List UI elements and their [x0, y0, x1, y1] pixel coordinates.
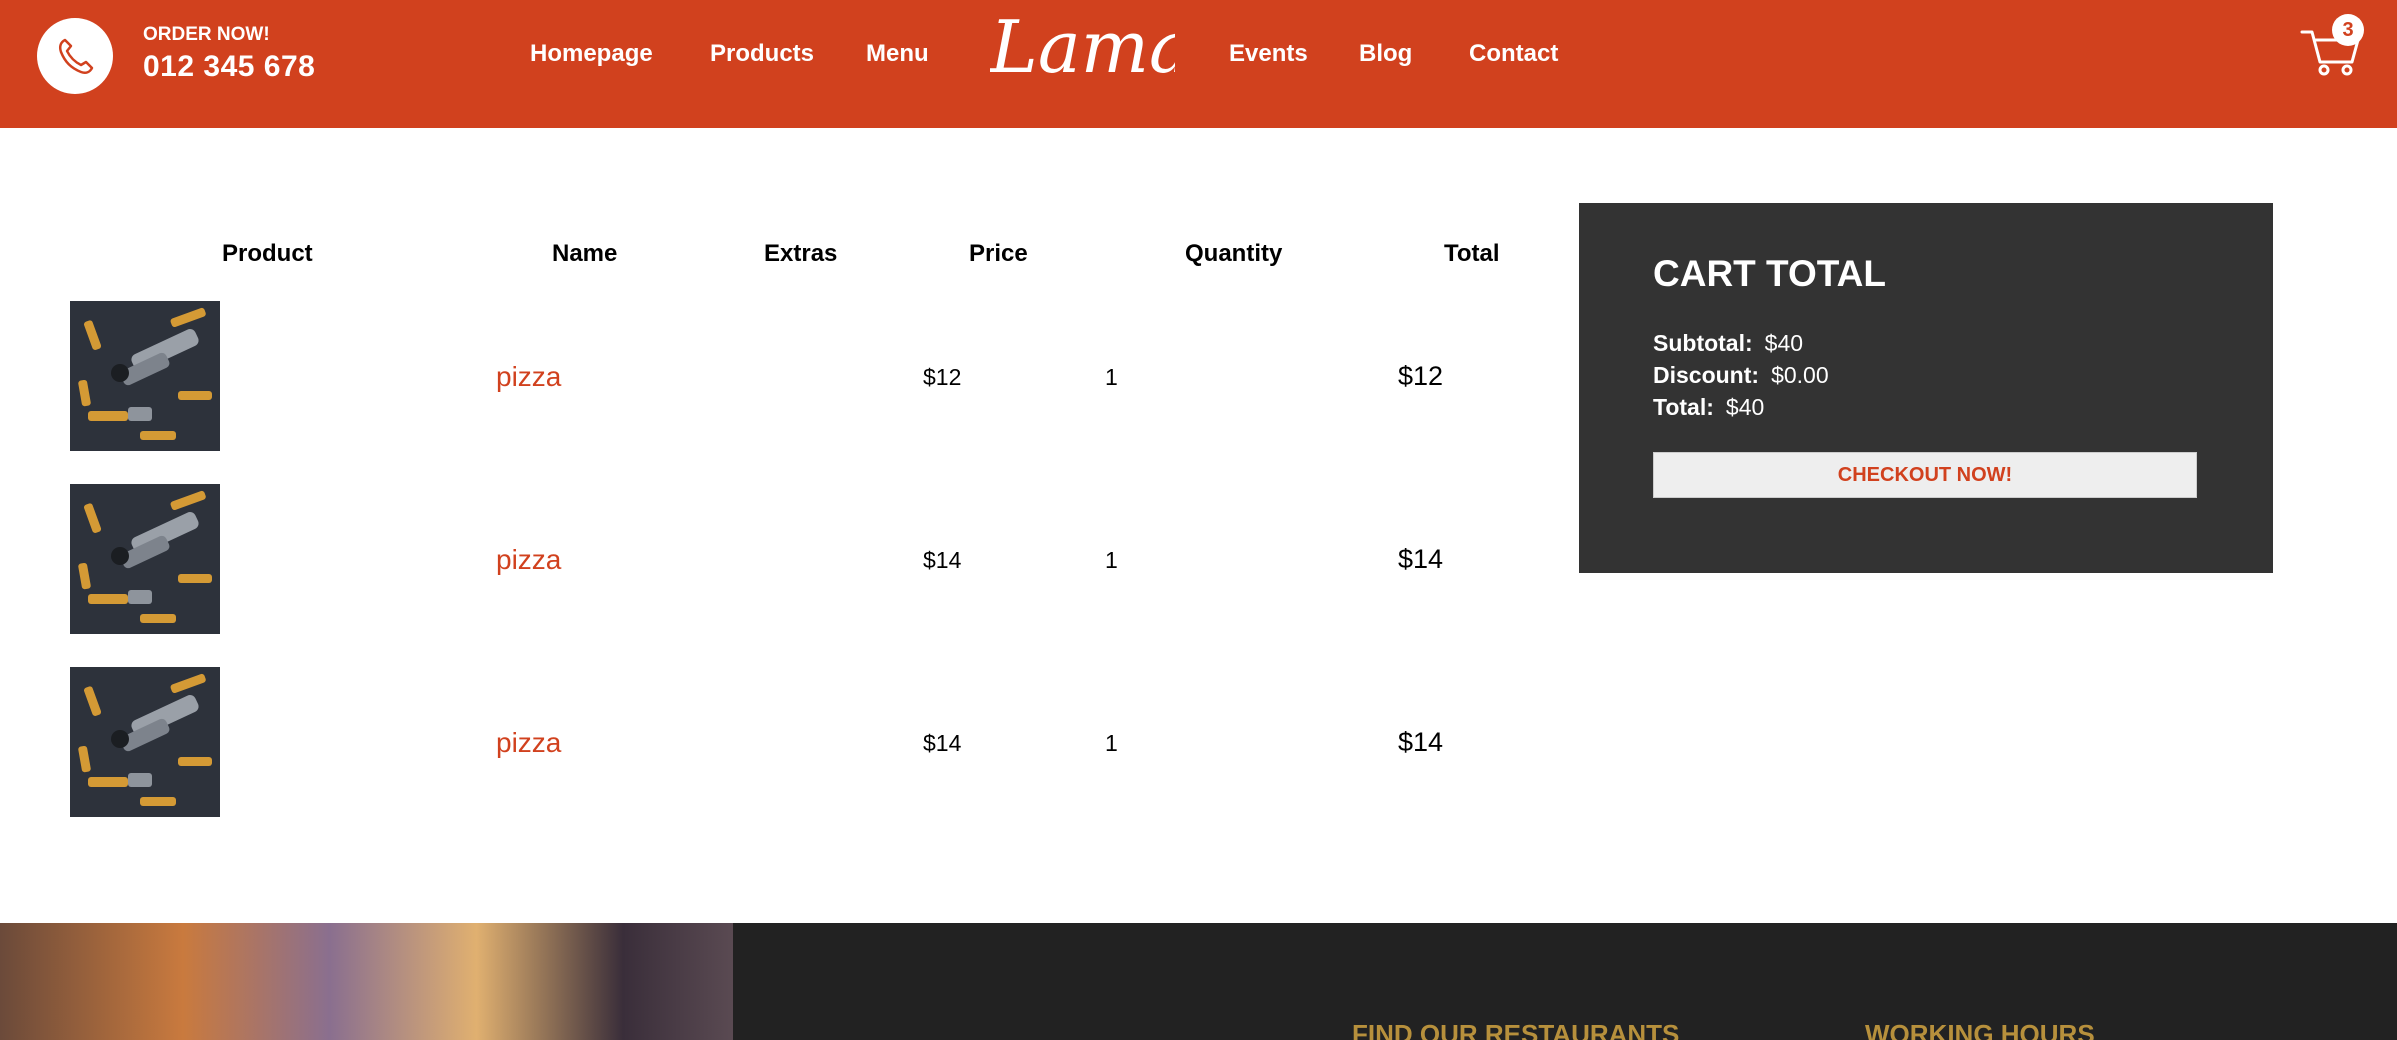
product-quantity: 1	[1105, 364, 1118, 390]
nav-item-events[interactable]: Events	[1229, 40, 1308, 68]
nav-item-blog[interactable]: Blog	[1359, 40, 1412, 68]
footer-heading-hours: WORKING HOURS	[1865, 1019, 2095, 1040]
footer: FIND OUR RESTAURANTS WORKING HOURS	[0, 923, 2397, 1040]
total-label: Total:	[1653, 394, 1714, 420]
subtotal-label: Subtotal:	[1653, 330, 1753, 356]
column-header-name: Name	[552, 240, 618, 267]
checkout-button[interactable]: CHECKOUT NOW!	[1653, 452, 2197, 498]
discount-row: Discount: $0.00	[1653, 362, 1829, 389]
product-image	[70, 667, 220, 817]
nav-item-menu[interactable]: Menu	[866, 40, 929, 68]
product-quantity: 1	[1105, 730, 1118, 756]
order-now-label: ORDER NOW!	[143, 24, 270, 45]
nav-item-products[interactable]: Products	[710, 40, 814, 68]
column-header-product: Product	[222, 240, 313, 267]
brand-logo-text: Lama	[990, 5, 1175, 89]
column-header-price: Price	[969, 240, 1028, 267]
phone-call-button[interactable]	[37, 18, 113, 94]
product-total: $14	[1398, 727, 1444, 757]
subtotal-value: $40	[1764, 330, 1804, 356]
cart-count-badge: 3	[2332, 14, 2364, 46]
total-value: $40	[1725, 394, 1765, 420]
product-name-link[interactable]: pizza	[496, 727, 561, 759]
column-header-quantity: Quantity	[1185, 240, 1283, 267]
footer-background-image	[0, 923, 733, 1040]
product-name-link[interactable]: pizza	[496, 361, 561, 393]
product-image	[70, 301, 220, 451]
product-image	[70, 484, 220, 634]
cart-total-title: CART TOTAL	[1653, 253, 1886, 294]
footer-heading-restaurants: FIND OUR RESTAURANTS	[1352, 1019, 1680, 1040]
product-total: $12	[1398, 361, 1444, 391]
navbar: ORDER NOW! 012 345 678 Homepage Products…	[0, 0, 2397, 128]
phone-icon	[58, 38, 94, 75]
discount-value: $0.00	[1771, 362, 1829, 388]
cart-total-panel: CART TOTAL Subtotal: $40 Discount: $0.00 T…	[1579, 203, 2273, 573]
product-price: $12	[923, 364, 962, 390]
product-name-link[interactable]: pizza	[496, 544, 561, 576]
nav-item-homepage[interactable]: Homepage	[530, 40, 653, 68]
discount-label: Discount:	[1653, 362, 1760, 388]
product-total: $14	[1398, 544, 1444, 574]
brand-logo[interactable]: Lama	[990, 0, 1175, 100]
product-price: $14	[923, 730, 962, 756]
column-header-total: Total	[1444, 240, 1500, 267]
column-header-extras: Extras	[764, 240, 838, 267]
phone-number: 012 345 678	[143, 50, 316, 83]
product-price: $14	[923, 547, 962, 573]
product-quantity: 1	[1105, 547, 1118, 573]
nav-item-contact[interactable]: Contact	[1469, 40, 1558, 68]
subtotal-row: Subtotal: $40	[1653, 330, 1803, 357]
total-row: Total: $40	[1653, 394, 1764, 421]
